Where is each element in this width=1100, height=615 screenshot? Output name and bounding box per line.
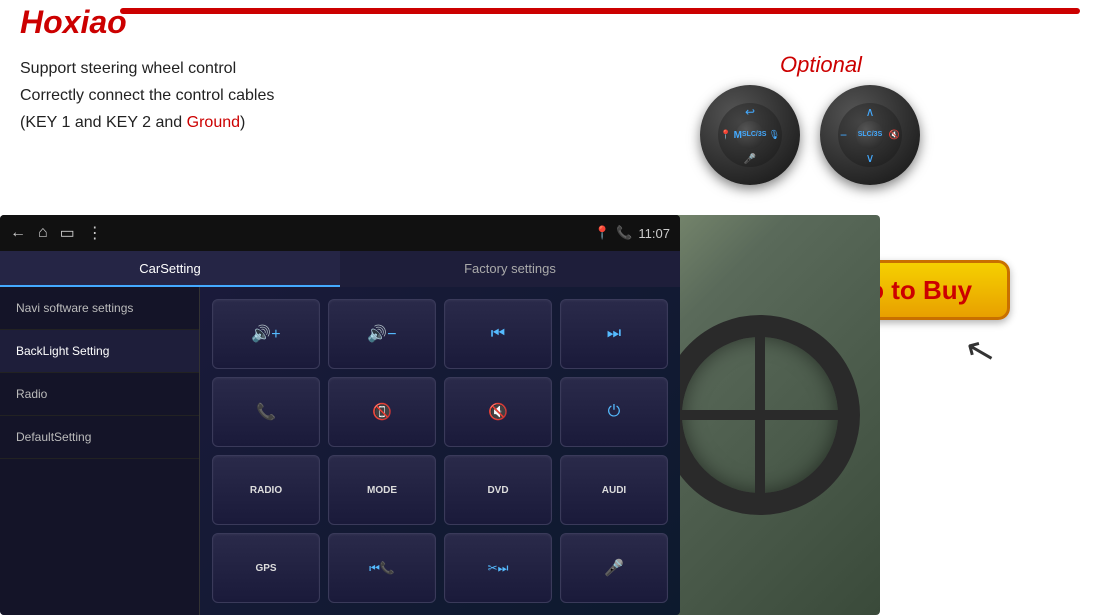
mic-icon: 🎤 <box>744 154 756 165</box>
cursor-arrow-icon: ↖ <box>960 327 1000 375</box>
vol-up-icon: 🔊+ <box>251 324 280 344</box>
mute-icon: 🔇 <box>889 130 900 141</box>
optional-label: Optional <box>780 52 862 78</box>
controller-left-arrows: ↩ 🎤 📍 🎙 <box>718 103 782 167</box>
call-icon: 📞 <box>256 402 276 422</box>
menu-item-default[interactable]: DefaultSetting <box>0 416 199 459</box>
btn-power[interactable]: ⏻ <box>560 377 668 447</box>
location-status-icon: 📍 <box>594 225 610 241</box>
window-icon[interactable]: ▭ <box>60 223 75 243</box>
phone-status-icon: 📞 <box>616 225 632 241</box>
btn-call-prev[interactable]: ⏮📞 <box>328 533 436 603</box>
controller-right-arrows: ∧ ∨ − 🔇 <box>838 103 902 167</box>
tab-factory-settings[interactable]: Factory settings <box>340 251 680 287</box>
btn-dvd[interactable]: DVD <box>444 455 552 525</box>
next-icon: ⏭ <box>607 325 621 343</box>
mute-btn-icon: 🔇 <box>488 402 508 422</box>
unit-button-grid: 🔊+ 🔊− ⏮ ⏭ 📞 📵 🔇 <box>200 287 680 615</box>
home-icon[interactable]: ⌂ <box>38 224 48 242</box>
menu-item-radio[interactable]: Radio <box>0 373 199 416</box>
arrow-up-icon: ↩ <box>745 105 755 119</box>
hangup-icon: 📵 <box>372 402 392 422</box>
btn-next[interactable]: ⏭ <box>560 299 668 369</box>
spoke-vertical <box>755 335 765 495</box>
btn-gps[interactable]: GPS <box>212 533 320 603</box>
brand-logo: Hoxiao <box>20 4 127 41</box>
tab-carsetting[interactable]: CarSetting <box>0 251 340 287</box>
arrow-down2-icon: ∨ <box>866 151 875 165</box>
desc-line3-part1: (KEY 1 and KEY 2 and <box>20 114 187 131</box>
call-prev-icon: ⏮📞 <box>369 561 395 576</box>
btn-vol-down[interactable]: 🔊− <box>328 299 436 369</box>
vol-down-icon: 🔊− <box>367 324 396 344</box>
power-icon: ⏻ <box>608 403 621 421</box>
status-time: 11:07 <box>638 226 670 241</box>
menu-item-backlight[interactable]: BackLight Setting <box>0 330 199 373</box>
right-icon: 🎙 <box>769 130 780 141</box>
top-bar <box>120 8 1080 14</box>
car-screen-wrapper: ← ⌂ ▭ ⋮ 📍 📞 11:07 CarSetting Factory set… <box>0 215 680 615</box>
desc-line3-part2: ) <box>240 114 245 131</box>
btn-hangup[interactable]: 📵 <box>328 377 436 447</box>
controller-left-inner: ↩ 🎤 📍 🎙 MSLC/3S <box>718 103 782 167</box>
controller-right: ∧ ∨ − 🔇 SLC/3S <box>820 85 920 185</box>
mic-btn-icon: 🎤 <box>604 558 624 578</box>
btn-call[interactable]: 📞 <box>212 377 320 447</box>
minus-icon: − <box>840 128 847 142</box>
controllers-area: ↩ 🎤 📍 🎙 MSLC/3S ∧ ∨ − 🔇 SLC/3S <box>700 85 920 185</box>
back-icon[interactable]: ← <box>10 224 26 242</box>
unit-content: Navi software settings BackLight Setting… <box>0 287 680 615</box>
location-icon: 📍 <box>720 130 731 141</box>
btn-mute[interactable]: 🔇 <box>444 377 552 447</box>
controller-right-inner: ∧ ∨ − 🔇 SLC/3S <box>838 103 902 167</box>
desc-line3: (KEY 1 and KEY 2 and Ground) <box>20 109 274 136</box>
btn-prev[interactable]: ⏮ <box>444 299 552 369</box>
desc-line3-highlight: Ground <box>187 114 240 131</box>
unit-menu: Navi software settings BackLight Setting… <box>0 287 200 615</box>
btn-audi[interactable]: AUDI <box>560 455 668 525</box>
menu-item-navi[interactable]: Navi software settings <box>0 287 199 330</box>
description-block: Support steering wheel control Correctly… <box>20 55 274 137</box>
controller-left: ↩ 🎤 📍 🎙 MSLC/3S <box>700 85 800 185</box>
unit-topbar: ← ⌂ ▭ ⋮ 📍 📞 11:07 <box>0 215 680 251</box>
btn-vol-up[interactable]: 🔊+ <box>212 299 320 369</box>
unit-tab-bar: CarSetting Factory settings <box>0 251 680 287</box>
btn-mic[interactable]: 🎤 <box>560 533 668 603</box>
menu-icon[interactable]: ⋮ <box>87 223 103 243</box>
desc-line1: Support steering wheel control <box>20 55 274 82</box>
desc-line2: Correctly connect the control cables <box>20 82 274 109</box>
arrow-up2-icon: ∧ <box>866 105 875 119</box>
steering-wheel <box>660 315 860 515</box>
status-bar: 📍 📞 11:07 <box>594 225 670 241</box>
btn-radio[interactable]: RADIO <box>212 455 320 525</box>
btn-skip-next[interactable]: ✂⏭ <box>444 533 552 603</box>
btn-mode[interactable]: MODE <box>328 455 436 525</box>
skip-next-icon: ✂⏭ <box>488 561 509 576</box>
prev-icon: ⏮ <box>491 325 505 343</box>
car-screen: ← ⌂ ▭ ⋮ 📍 📞 11:07 CarSetting Factory set… <box>0 215 680 615</box>
